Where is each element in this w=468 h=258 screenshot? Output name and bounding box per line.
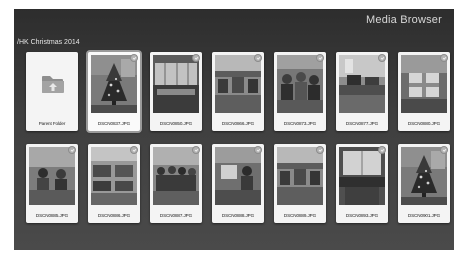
select-check-icon[interactable] <box>378 146 386 154</box>
tile-caption: DSCN0837.JPG <box>97 121 131 126</box>
photo-tile[interactable]: DSCN0885.JPG <box>26 144 78 223</box>
select-check-icon[interactable] <box>130 146 138 154</box>
select-check-icon[interactable] <box>378 54 386 62</box>
photo-thumbnail <box>339 55 385 113</box>
tile-caption: DSCN0887.JPG <box>159 213 193 218</box>
tile-caption: DSCN0886.JPG <box>97 213 131 218</box>
select-check-icon[interactable] <box>130 54 138 62</box>
select-check-icon[interactable] <box>316 54 324 62</box>
tile-caption: DSCN0893.JPG <box>345 213 379 218</box>
tile-caption: DSCN0850.JPG <box>159 121 193 126</box>
photo-thumbnail <box>153 147 199 205</box>
media-browser-screen: Media Browser /HK Christmas 2014 Parent … <box>14 9 454 250</box>
photo-thumbnail <box>277 55 323 113</box>
photo-tile[interactable]: DSCN0888.JPG <box>212 144 264 223</box>
tile-caption: DSCN0877.JPG <box>345 121 379 126</box>
photo-thumbnail <box>29 147 75 205</box>
tile-caption: DSCN0901.JPG <box>407 213 441 218</box>
select-check-icon[interactable] <box>68 146 76 154</box>
tile-caption: DSCN0889.JPG <box>283 213 317 218</box>
select-check-icon[interactable] <box>254 54 262 62</box>
select-check-icon[interactable] <box>316 146 324 154</box>
photo-thumbnail <box>339 147 385 205</box>
select-check-icon[interactable] <box>440 146 448 154</box>
photo-tile[interactable]: DSCN0886.JPG <box>88 144 140 223</box>
photo-thumbnail <box>215 55 261 113</box>
photo-thumbnail <box>401 55 447 113</box>
photo-tile[interactable]: DSCN0850.JPG <box>150 52 202 131</box>
photo-thumbnail <box>215 147 261 205</box>
select-check-icon[interactable] <box>192 54 200 62</box>
photo-tile[interactable]: DSCN0873.JPG <box>274 52 326 131</box>
photo-thumbnail <box>91 55 137 113</box>
select-check-icon[interactable] <box>192 146 200 154</box>
photo-tile[interactable]: DSCN0889.JPG <box>274 144 326 223</box>
photo-tile[interactable]: DSCN0866.JPG <box>212 52 264 131</box>
select-check-icon[interactable] <box>254 146 262 154</box>
breadcrumb: /HK Christmas 2014 <box>17 39 80 46</box>
photo-thumbnail <box>91 147 137 205</box>
tile-caption: DSCN0880.JPG <box>407 121 441 126</box>
tile-caption: Parent Folder <box>38 121 66 126</box>
photo-thumbnail <box>153 55 199 113</box>
folder-icon-area <box>26 52 78 114</box>
app-title: Media Browser <box>366 14 442 26</box>
photo-tile[interactable]: DSCN0880.JPG <box>398 52 450 131</box>
photo-tile[interactable]: DSCN0901.JPG <box>398 144 450 223</box>
photo-tile[interactable]: DSCN0837.JPG <box>88 52 140 131</box>
photo-tile[interactable]: DSCN0887.JPG <box>150 144 202 223</box>
tile-caption: DSCN0885.JPG <box>35 213 69 218</box>
select-check-icon[interactable] <box>440 54 448 62</box>
tile-caption: DSCN0873.JPG <box>283 121 317 126</box>
photo-tile[interactable]: DSCN0877.JPG <box>336 52 388 131</box>
tile-caption: DSCN0888.JPG <box>221 213 255 218</box>
tile-caption: DSCN0866.JPG <box>221 121 255 126</box>
parent-folder-tile[interactable]: Parent Folder <box>26 52 78 131</box>
photo-thumbnail <box>277 147 323 205</box>
photo-thumbnail <box>401 147 447 205</box>
folder-up-icon <box>42 76 64 93</box>
photo-tile[interactable]: DSCN0893.JPG <box>336 144 388 223</box>
